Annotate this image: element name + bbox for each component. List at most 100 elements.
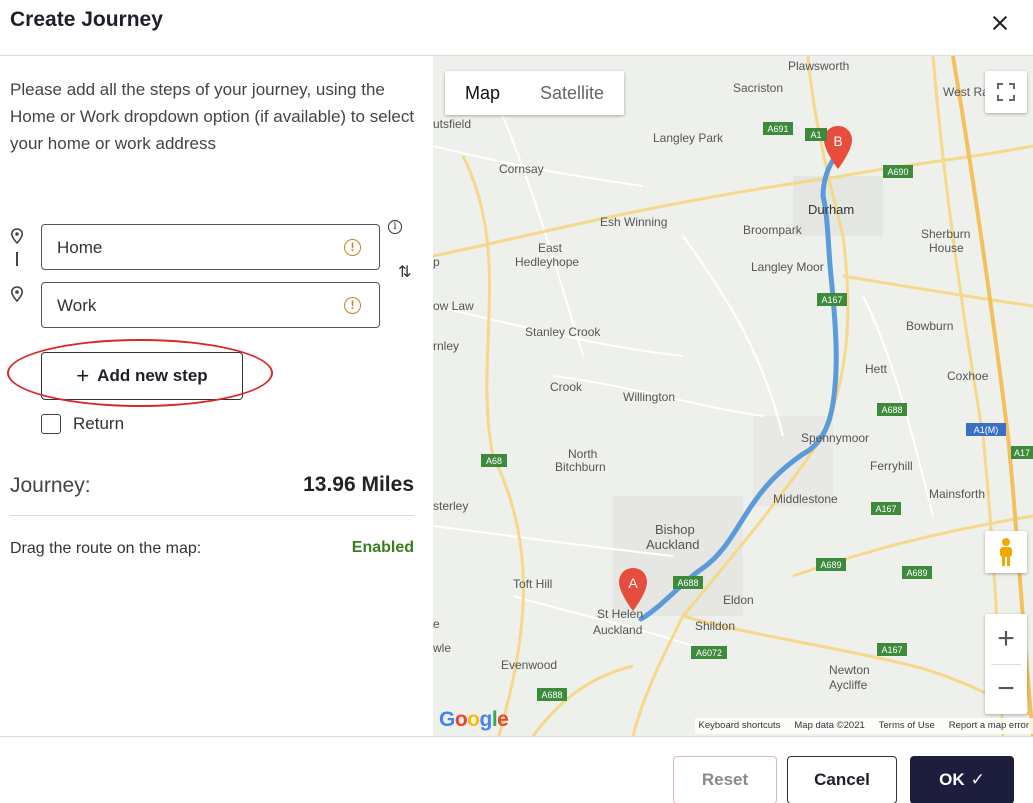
road-label: A167 [881,645,902,655]
road-label: A17 [1014,448,1030,458]
place-label: Mainsforth [929,487,985,501]
road-label: A689 [906,568,927,578]
step-value: Work [57,296,97,315]
place-label: Langley Moor [751,260,824,274]
place-label: Coxhoe [947,369,989,383]
place-label: Aycliffe [829,678,868,692]
route-map[interactable]: A B Plawsworth Sacriston West Ra utsfiel… [433,56,1033,736]
add-new-step-button[interactable]: + Add new step [41,352,243,400]
place-label: Auckland [593,623,642,637]
pegman-icon [1000,538,1012,566]
ok-label: OK [939,770,965,789]
zoom-controls: + − [985,614,1027,714]
step-field-home[interactable]: Home ! [41,224,380,270]
place-label: p [433,255,440,269]
place-label: sterley [433,499,468,513]
warning-icon: ! [344,297,361,314]
map-type-satellite[interactable]: Satellite [520,71,624,115]
place-label: House [929,241,964,255]
place-label: Langley Park [653,131,724,145]
journey-form: Please add all the steps of your journey… [7,56,418,736]
map-data-text: Map data ©2021 [794,720,865,731]
map-footer: Keyboard shortcuts Map data ©2021 Terms … [694,718,1033,734]
terms-link[interactable]: Terms of Use [879,718,935,734]
keyboard-shortcuts-link[interactable]: Keyboard shortcuts [699,718,781,734]
swap-steps-icon[interactable]: ⇅ [398,262,411,282]
journey-distance: 13.96 Miles [303,473,414,496]
zoom-out-button[interactable]: − [985,664,1027,714]
report-error-link[interactable]: Report a map error [949,718,1029,734]
return-checkbox[interactable] [41,414,61,434]
place-label: St Helen [597,607,643,621]
ok-button[interactable]: OK ✓ [910,756,1014,803]
instructions-text: Please add all the steps of your journey… [10,80,415,153]
place-label: Broompark [743,223,803,237]
location-pin-icon [10,286,24,303]
add-step-label: Add new step [97,366,208,385]
place-label: rnley [433,339,459,353]
dialog-title: Create Journey [10,8,163,31]
road-label: A688 [677,578,698,588]
zoom-in-button[interactable]: + [985,614,1027,664]
step-field-work[interactable]: Work ! [41,282,380,328]
place-label: ow Law [433,299,474,313]
street-view-button[interactable] [985,531,1027,573]
svg-text:B: B [833,133,842,149]
place-label: North [568,447,597,461]
place-label: Shildon [695,619,735,633]
form-divider [10,515,414,516]
warning-icon: ! [344,239,361,256]
fullscreen-icon [997,83,1015,101]
place-label: Cornsay [499,162,544,176]
svg-text:A: A [628,575,638,591]
place-label: Toft Hill [513,577,552,591]
place-label: Bishop [655,522,695,537]
place-label: Crook [550,380,583,394]
check-icon: ✓ [970,770,985,789]
drag-route-status: Enabled [351,539,414,556]
place-label: West Ra [943,85,989,99]
map-canvas[interactable]: A B Plawsworth Sacriston West Ra utsfiel… [433,56,1033,736]
road-label: A690 [887,167,908,177]
place-label: Auckland [646,537,699,552]
place-label: Ferryhill [870,459,913,473]
road-label: A6072 [696,648,722,658]
place-label: Sherburn [921,227,970,241]
reset-button[interactable]: Reset [673,756,777,803]
place-label: Esh Winning [600,215,667,229]
road-label: A68 [486,456,502,466]
place-label: e [433,617,440,631]
place-label: wle [433,641,451,655]
place-label: Evenwood [501,658,557,672]
place-label: Hett [865,362,888,376]
place-label: East [538,241,563,255]
place-label: Hedleyhope [515,255,579,269]
steps-connector [16,252,18,266]
drag-route-label: Drag the route on the map: [10,540,202,557]
place-label: Middlestone [773,492,838,506]
place-label: Eldon [723,593,754,607]
map-type-toggle: Map Satellite [445,71,625,115]
road-label: A167 [875,504,896,514]
road-label: A167 [821,295,842,305]
fullscreen-button[interactable] [985,71,1027,113]
place-label: Durham [808,202,854,217]
place-label: Willington [623,390,675,404]
step-value: Home [57,238,103,257]
map-type-map[interactable]: Map [445,71,520,115]
place-label: Stanley Crook [525,325,601,339]
place-label: utsfield [433,117,471,131]
info-icon[interactable]: i [388,220,402,234]
place-label: Spennymoor [801,431,869,445]
place-label: Bowburn [906,319,953,333]
road-label: A688 [881,405,902,415]
road-label: A1(M) [974,425,999,435]
road-label: A1 [810,130,821,140]
plus-icon: + [76,363,90,388]
footer-divider [0,736,1033,737]
location-pin-icon [10,228,24,245]
road-label: A689 [820,560,841,570]
close-icon[interactable] [989,12,1011,34]
place-label: Plawsworth [788,59,849,73]
cancel-button[interactable]: Cancel [787,756,897,803]
